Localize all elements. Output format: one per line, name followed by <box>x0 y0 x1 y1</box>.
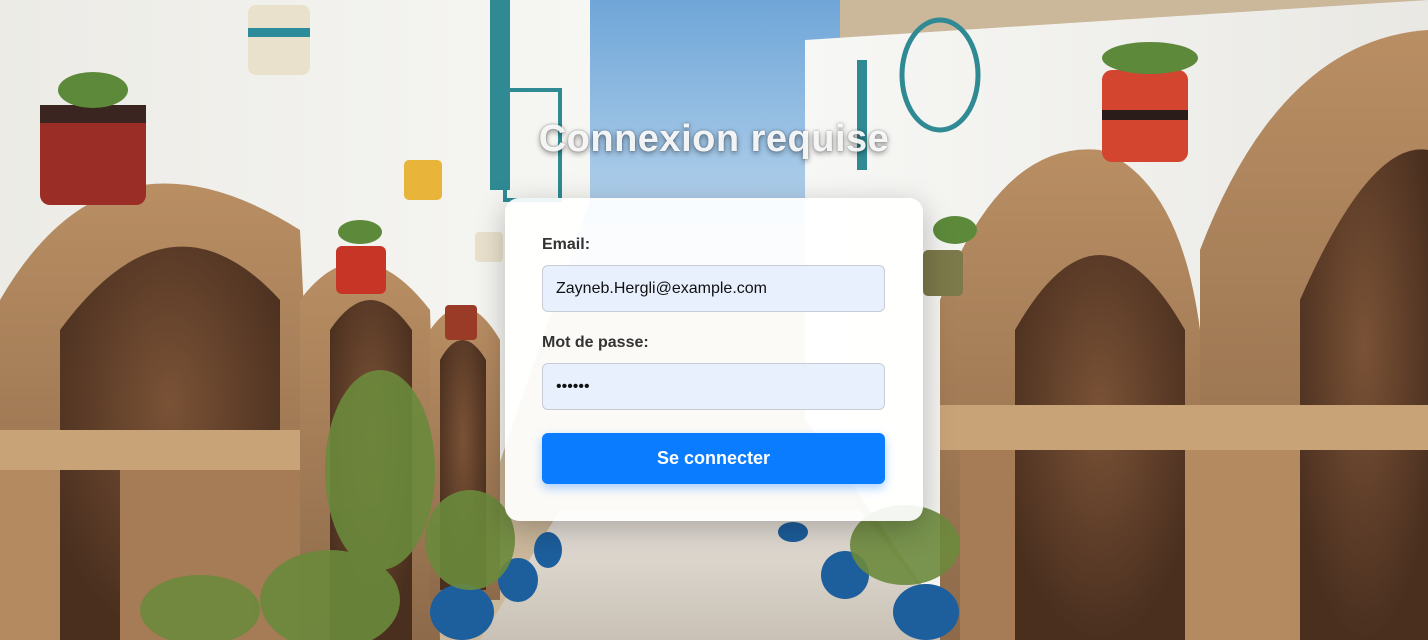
login-card: Email: Mot de passe: Se connecter <box>505 198 923 521</box>
email-field[interactable] <box>542 265 885 312</box>
page-title: Connexion requise <box>538 118 890 160</box>
email-label: Email: <box>542 236 591 253</box>
password-label: Mot de passe: <box>542 334 649 351</box>
password-field[interactable] <box>542 363 885 410</box>
login-button[interactable]: Se connecter <box>542 433 885 484</box>
